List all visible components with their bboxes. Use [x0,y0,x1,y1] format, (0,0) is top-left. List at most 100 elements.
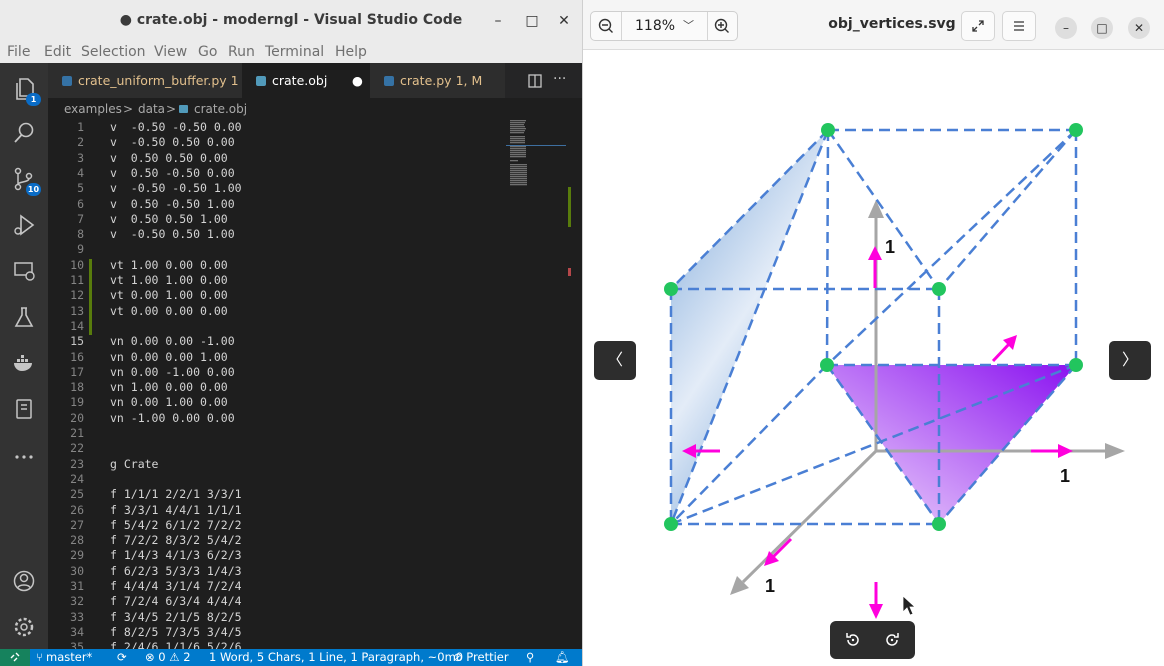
minimize-button[interactable]: – [487,10,509,32]
fullscreen-button[interactable] [961,11,995,41]
code-line[interactable]: f 1/1/1 2/2/1 3/3/1 [110,487,242,502]
code-line[interactable]: v -0.50 -0.50 1.00 [110,181,242,196]
tab-label: crate.obj [272,73,328,88]
prettier-status[interactable]: ⊘ Prettier [453,649,509,666]
docker-icon [14,355,32,371]
code-line[interactable]: vn -1.00 0.00 0.00 [110,411,235,426]
line-number: 26 [70,502,84,517]
split-editor-button[interactable] [528,73,544,88]
code-line[interactable]: v 0.50 -0.50 1.00 [110,197,235,212]
menu-file[interactable]: File [7,44,30,60]
python-file-icon [62,76,72,86]
obj-file-icon [179,105,188,113]
search-icon [14,122,34,143]
code-line[interactable]: f 6/2/3 5/3/3 1/4/3 [110,564,242,579]
line-number: 27 [70,517,84,532]
next-image-button[interactable]: 〉 [1109,341,1151,380]
tab-crate-uniform-buffer[interactable]: crate_uniform_buffer.py 1 [48,63,242,98]
code-line[interactable]: v -0.50 -0.50 0.00 [110,120,242,135]
accounts-button[interactable] [0,561,48,601]
tab-crate-obj[interactable]: crate.obj ● [242,63,370,98]
code-line[interactable]: f 3/3/1 4/4/1 1/1/1 [110,503,242,518]
breadcrumb-examples[interactable]: examples [64,98,122,120]
tab-crate-py[interactable]: crate.py 1, M [370,63,505,98]
previous-image-button[interactable]: 〈 [594,341,636,380]
code-line[interactable]: f 3/4/5 2/1/5 8/2/5 [110,610,242,625]
rotate-left-button[interactable] [843,630,863,650]
scrollbar-git-marker [568,187,571,227]
code-line[interactable]: vt 1.00 0.00 0.00 [110,258,228,273]
run-debug-button[interactable] [0,205,48,245]
breadcrumb-data[interactable]: data [138,98,165,120]
feedback-icon[interactable]: ⚲ [526,649,534,666]
gear-icon [14,617,34,637]
line-number: 14 [70,318,84,333]
word-count[interactable]: 1 Word, 5 Chars, 1 Line, 1 Paragraph, ~0… [209,649,463,666]
explorer-button[interactable]: 1 [0,69,48,109]
code-line[interactable]: f 4/4/4 3/1/4 7/2/4 [110,579,242,594]
code-line[interactable]: f 8/2/5 7/3/5 3/4/5 [110,625,242,640]
code-line[interactable]: vn 1.00 0.00 0.00 [110,380,228,395]
code-line[interactable]: v -0.50 0.50 1.00 [110,227,235,242]
zoom-in-button[interactable] [707,12,737,40]
line-number: 30 [70,563,84,578]
zoom-out-button[interactable] [591,12,622,40]
source-control-button[interactable]: 10 [0,159,48,199]
axis-label-z: 1 [765,576,775,596]
code-line[interactable]: vn 0.00 -1.00 0.00 [110,365,235,380]
main-menu-button[interactable] [1002,11,1036,41]
docker-button[interactable] [0,343,48,383]
more-actions-button[interactable]: ··· [553,71,566,87]
maximize-button[interactable]: □ [1091,17,1113,39]
testing-button[interactable] [0,297,48,337]
line-number: 25 [70,487,84,502]
git-branch[interactable]: master* [46,649,92,666]
menu-view[interactable]: View [154,44,187,60]
zoom-level-dropdown[interactable]: 118% ﹀ [621,12,708,40]
maximize-button[interactable]: □ [521,10,543,32]
code-editor[interactable]: 1 2 3 4 5 6 7 8 9 10 11 12 13 14 15 16 17 18 19 20 21 22 23 24 2… [48,120,582,654]
sync-button[interactable]: ⟳ [117,649,127,666]
code-line[interactable]: f 7/2/2 8/3/2 5/4/2 [110,533,242,548]
code-line[interactable]: f 5/4/2 6/1/2 7/2/2 [110,518,242,533]
remote-indicator[interactable] [0,649,30,666]
menu-help[interactable]: Help [335,44,367,60]
menu-terminal[interactable]: Terminal [265,44,324,60]
more-views-button[interactable] [0,437,48,477]
close-button[interactable]: ✕ [553,10,575,32]
remote-explorer-button[interactable] [0,251,48,291]
code-line[interactable]: g Crate [110,457,158,472]
code-line[interactable]: vn 0.00 0.00 -1.00 [110,334,235,349]
breadcrumb-file[interactable]: crate.obj [194,98,247,120]
code-line[interactable]: vt 1.00 1.00 0.00 [110,273,228,288]
code-line[interactable]: vt 0.00 1.00 0.00 [110,288,228,303]
menu-go[interactable]: Go [198,44,217,60]
tab-label: crate_uniform_buffer.py [78,73,227,88]
code-line[interactable]: v 0.50 0.50 0.00 [110,151,228,166]
code-line[interactable]: vn 0.00 0.00 1.00 [110,350,228,365]
menu-run[interactable]: Run [228,44,255,60]
code-line[interactable]: v 0.50 -0.50 0.00 [110,166,235,181]
unsaved-dot[interactable]: ● [352,63,363,98]
explorer-badge: 1 [26,93,41,106]
code-line[interactable]: v -0.50 0.50 0.00 [110,135,235,150]
search-button[interactable] [0,113,48,153]
menu-selection[interactable]: Selection [81,44,146,60]
code-line[interactable]: vt 0.00 0.00 0.00 [110,304,228,319]
activity-bar: 1 10 [0,63,48,649]
rotate-right-button[interactable] [882,630,902,650]
minimize-button[interactable]: – [1055,17,1077,39]
code-line[interactable]: vn 0.00 1.00 0.00 [110,395,228,410]
code-line[interactable]: f 7/2/4 6/3/4 4/4/4 [110,594,242,609]
problems-indicator[interactable]: ⊗ 0 ⚠ 2 [145,649,191,666]
close-button[interactable]: ✕ [1128,17,1150,39]
editor-scrollbar[interactable] [566,120,582,649]
line-number: 1 [77,120,84,134]
code-line[interactable]: f 1/4/3 4/1/3 6/2/3 [110,548,242,563]
notebook-button[interactable] [0,389,48,429]
menu-edit[interactable]: Edit [44,44,71,60]
manage-button[interactable] [0,607,48,647]
line-number: 21 [70,426,84,440]
code-line[interactable]: v 0.50 0.50 1.00 [110,212,228,227]
notifications-icon[interactable]: 🔔︎ [555,649,570,666]
